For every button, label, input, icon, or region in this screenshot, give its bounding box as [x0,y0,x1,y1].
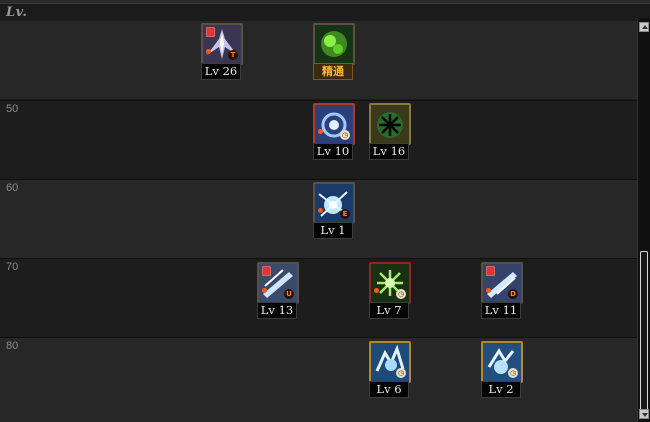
skill-slot[interactable]: D Lv 11 [481,262,523,320]
level-label-70: 70 [6,261,19,273]
ice-storm-icon[interactable]: ◷ [481,341,523,383]
skill-slot[interactable]: ◷ Lv 7 [369,262,411,320]
skill-slot[interactable]: ◷ Lv 2 [481,341,523,399]
level-label-50: 50 [6,103,19,115]
blue-orb-icon[interactable]: ◷ [313,103,355,145]
skill-level-label: Lv 6 [369,381,409,398]
info-dot-icon [486,288,491,293]
lightning-burst-icon[interactable]: E [313,182,355,224]
skill-slot[interactable]: 精通 [313,23,355,81]
vertical-scrollbar[interactable] [637,18,650,422]
skill-slot[interactable]: U Lv 13 [257,262,299,320]
skill-tree-panel: Lv. 50 60 70 80 T Lv 26 精通 ◷ Lv 10 Lv 16… [0,0,650,422]
skill-level-label: Lv 1 [313,222,353,239]
scroll-down-button[interactable] [639,409,649,419]
skill-type-badge: U [284,289,294,299]
info-dot-icon [206,49,211,54]
skill-type-badge: D [508,289,518,299]
clock-icon: ◷ [396,368,406,378]
skill-level-label: Lv 10 [313,143,353,160]
lock-icon [206,27,215,37]
top-bar [0,0,650,4]
level-column-header: Lv. [6,5,28,20]
clock-icon: ◷ [396,289,406,299]
level-label-80: 80 [6,340,19,352]
level-band-70 [0,259,637,337]
level-label-60: 60 [6,182,19,194]
skill-slot[interactable]: T Lv 26 [201,23,243,81]
lock-icon [262,266,271,276]
ice-storm-icon[interactable]: ◷ [369,341,411,383]
level-band-80 [0,338,637,422]
skill-slot[interactable]: E Lv 1 [313,182,355,240]
skill-level-label: Lv 11 [481,302,521,319]
scrollbar-thumb[interactable] [640,251,648,411]
skill-level-label: Lv 2 [481,381,521,398]
skill-slot[interactable]: ◷ Lv 10 [313,103,355,161]
info-dot-icon [374,288,379,293]
skill-level-label: Lv 7 [369,302,409,319]
clock-icon: ◷ [508,368,518,378]
ice-slash-icon[interactable]: U [257,262,299,304]
ice-slash-icon[interactable]: D [481,262,523,304]
clock-icon: ◷ [340,130,350,140]
mastery-label: 精通 [313,63,353,80]
info-dot-icon [262,288,267,293]
scroll-up-button[interactable] [639,22,649,32]
skill-slot[interactable]: Lv 16 [369,103,411,161]
frost-snowflake-icon[interactable] [369,103,411,145]
skill-level-label: Lv 16 [369,143,409,160]
skill-slot[interactable]: ◷ Lv 6 [369,341,411,399]
skill-level-label: Lv 13 [257,302,297,319]
skill-level-label: Lv 26 [201,63,241,80]
green-mastery-icon[interactable] [313,23,355,65]
winged-blade-icon[interactable]: T [201,23,243,65]
lock-icon [486,266,495,276]
info-dot-icon [318,129,323,134]
info-dot-icon [318,208,323,213]
skill-type-badge: T [228,50,238,60]
green-burst-icon[interactable]: ◷ [369,262,411,304]
skill-type-badge: E [340,209,350,219]
